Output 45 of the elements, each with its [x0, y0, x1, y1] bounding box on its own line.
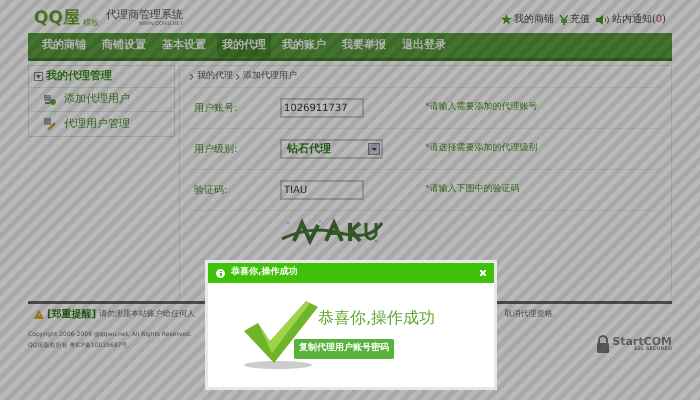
sidebar-title: 我的代理管理	[46, 68, 112, 84]
chevron-icon	[190, 74, 194, 80]
speaker-icon	[596, 14, 610, 24]
dialog-title: 恭喜你,操作成功	[231, 266, 298, 280]
collapse-icon[interactable]	[34, 72, 43, 81]
nav-tab[interactable]: 退出登录	[397, 34, 451, 57]
notice-text: 取消代理资格.	[504, 308, 555, 320]
notice-text: 请勿泄露本站账户给任何人	[99, 308, 196, 320]
success-message: 恭喜你,操作成功	[318, 306, 436, 328]
field-label: 用户级别:	[194, 142, 238, 156]
top-link[interactable]: 我的商铺	[514, 12, 554, 27]
field-hint: *请输入需要添加的代理账号	[425, 101, 538, 114]
chevron-icon	[236, 74, 240, 80]
nav-tab[interactable]: 商铺设置	[97, 34, 151, 57]
system-title: 代理商管理系统	[106, 9, 183, 20]
level-select[interactable]: 钻石代理	[280, 139, 383, 159]
sidebar-link[interactable]: 添加代理用户	[64, 91, 130, 108]
logo-brand: QQ屋	[34, 10, 80, 27]
copy-button[interactable]: 复制代理用户账号密码	[294, 338, 394, 358]
user-add-icon	[44, 94, 56, 104]
breadcrumb-link[interactable]: 添加代理用户	[243, 70, 297, 84]
field-hint: *请输入下图中的验证码	[425, 183, 520, 196]
info-icon	[216, 268, 225, 278]
top-link[interactable]: 站内通知(0)	[612, 12, 666, 27]
notice-title: [郑重提醒]	[47, 308, 96, 322]
field-label: 用户账号:	[194, 102, 238, 116]
top-link[interactable]: 充值	[570, 12, 590, 27]
logo-tag: 模板	[82, 19, 99, 27]
breadcrumb-link[interactable]: 我的代理	[197, 70, 233, 84]
lock-icon	[596, 335, 610, 353]
nav-tab[interactable]: 我的代理	[217, 34, 271, 57]
input-field[interactable]: TIAU	[280, 180, 364, 200]
nav-tab[interactable]: 我的商铺	[37, 34, 91, 57]
input-field[interactable]: 1026911737	[280, 98, 364, 118]
field-hint: *请选择需要添加的代理级别	[425, 142, 538, 156]
ssl-brand: StartCOM	[612, 336, 672, 347]
pencil-icon	[44, 118, 56, 130]
sidebar-link[interactable]: 代理用户管理	[64, 116, 130, 132]
nav-tab[interactable]: 基本设置	[157, 34, 211, 57]
field-label: 验证码:	[194, 184, 228, 198]
nav-tab[interactable]: 我的账户	[277, 34, 331, 57]
warning-icon	[34, 310, 44, 318]
yen-icon	[560, 14, 568, 24]
nav-tab[interactable]: 我要举报	[337, 34, 391, 57]
star-icon	[500, 14, 512, 25]
